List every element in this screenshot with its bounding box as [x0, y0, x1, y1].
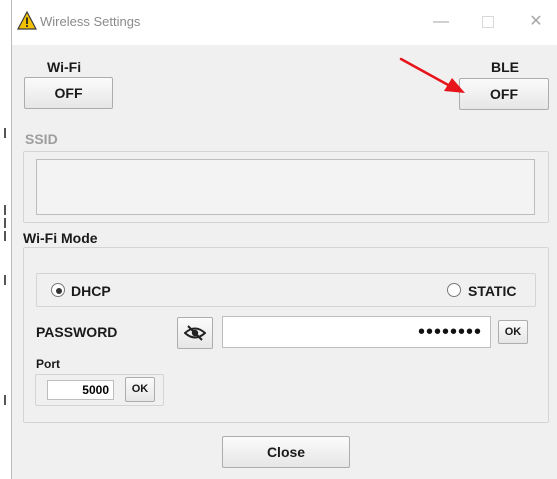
mode-radio-group: [36, 273, 536, 307]
toggle-visibility-button[interactable]: [177, 317, 213, 349]
port-input[interactable]: 5000: [47, 380, 114, 400]
password-ok-button[interactable]: OK: [498, 320, 528, 344]
static-label: STATIC: [468, 283, 517, 299]
annotation-arrow-icon: [399, 57, 465, 93]
ble-toggle-button[interactable]: OFF: [459, 78, 549, 110]
password-input[interactable]: ••••••••: [222, 316, 491, 348]
ssid-label: SSID: [25, 131, 58, 147]
minimize-icon[interactable]: —: [430, 11, 452, 33]
edge-mark: [4, 231, 6, 241]
close-window-icon[interactable]: ✕: [525, 11, 547, 33]
edge-mark: [4, 205, 6, 215]
window-title: Wireless Settings: [40, 14, 141, 29]
radio-selected-dot: [56, 288, 62, 294]
edge-mark: [4, 128, 6, 138]
ssid-field[interactable]: [36, 159, 535, 215]
wifi-mode-label: Wi-Fi Mode: [23, 230, 98, 246]
wifi-toggle-button[interactable]: OFF: [24, 77, 113, 109]
dhcp-label: DHCP: [71, 283, 111, 299]
wifi-label: Wi-Fi: [47, 59, 82, 75]
eye-slash-icon: [183, 325, 207, 341]
dhcp-radio[interactable]: [51, 283, 65, 297]
ble-label: BLE: [491, 59, 519, 75]
port-ok-button[interactable]: OK: [125, 377, 155, 402]
password-label: PASSWORD: [36, 324, 118, 340]
edge-mark: [4, 218, 6, 228]
edge-mark: [4, 275, 6, 285]
warning-triangle-icon: [17, 11, 37, 30]
maximize-icon[interactable]: [477, 11, 499, 33]
port-label: Port: [36, 357, 60, 371]
edge-mark: [4, 395, 6, 405]
static-radio[interactable]: [447, 283, 461, 297]
close-button[interactable]: Close: [222, 436, 350, 468]
